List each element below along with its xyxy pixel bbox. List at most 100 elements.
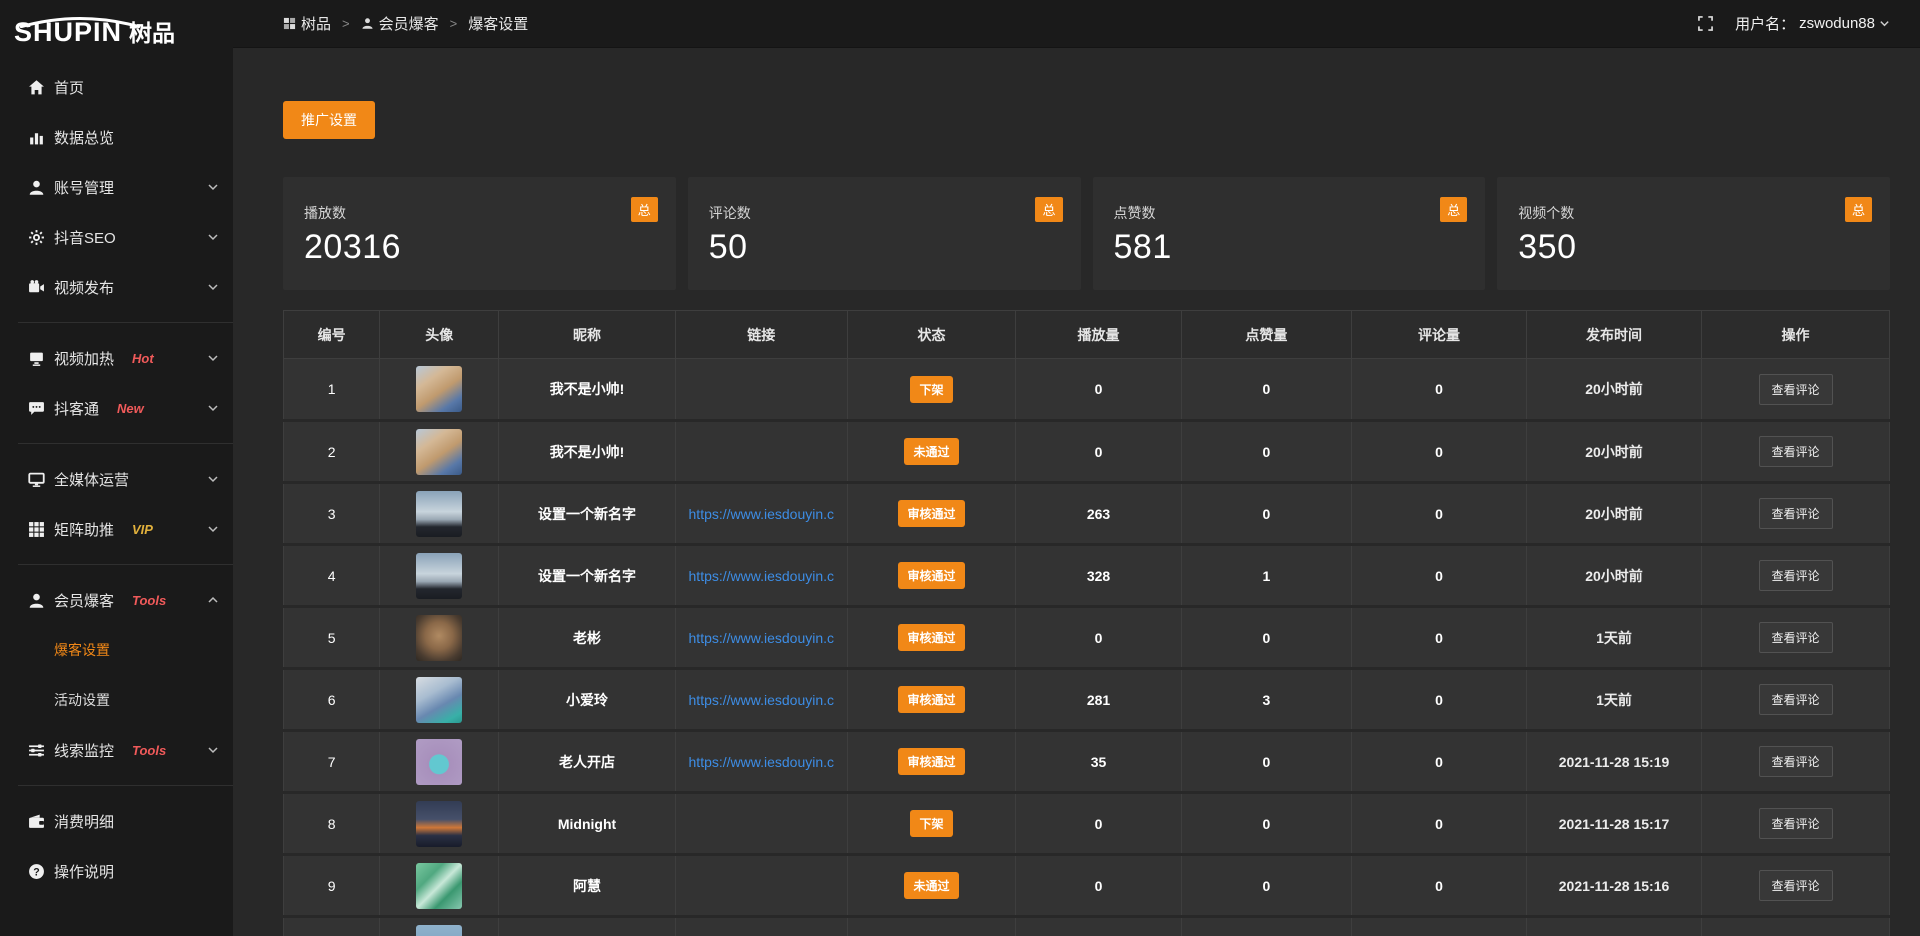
status-badge: 未通过 [904,872,958,899]
sidebar-item-抖音SEO[interactable]: 抖音SEO [0,212,233,262]
topbar: 树品 > 会员爆客 > 爆客设置 用户名：zswodun88 [233,0,1920,48]
help-icon: ? [27,862,45,880]
sidebar: SHUPIN 树品 首页数据总览账号管理抖音SEO 视频发布视频加热Hot抖客通N… [0,0,233,936]
stat-value: 20316 [304,228,656,267]
monitor-icon [27,470,45,488]
promo-settings-button[interactable]: 推广设置 [283,101,375,139]
view-comments-button[interactable]: 查看评论 [1759,870,1833,901]
chevron-down-icon [207,402,219,414]
cell-nickname: 老人开店 [499,731,676,793]
view-comments-button[interactable]: 查看评论 [1759,374,1833,405]
breadcrumb-label: 树品 [301,13,331,34]
table-row: 8Midnight下架0002021-11-28 15:17查看评论 [284,793,1890,855]
video-link[interactable]: https://www.iesdouyin.c [676,506,847,522]
status-badge: 下架 [910,376,952,403]
cell-id: 4 [284,545,380,607]
cell-plays [1016,917,1181,936]
topbar-right: 用户名：zswodun88 [1698,13,1890,34]
breadcrumb: 树品 > 会员爆客 > 爆客设置 [283,13,528,34]
sidebar-item-消费明细[interactable]: 消费明细 [0,796,233,846]
cell-comments: 0 [1351,607,1526,669]
sidebar-divider [18,564,233,565]
home-icon [27,78,45,96]
users-icon [27,591,45,609]
cell-link: https://www.iesdouyin.c [675,669,847,731]
cell-likes: 0 [1181,607,1351,669]
cell-id [284,917,380,936]
avatar [416,429,462,475]
cell-time: 2021-11-28 15:19 [1527,731,1702,793]
view-comments-button[interactable]: 查看评论 [1759,808,1833,839]
view-comments-button[interactable]: 查看评论 [1759,684,1833,715]
cell-likes: 0 [1181,359,1351,421]
sidebar-item-矩阵助推[interactable]: 矩阵助推VIP [0,504,233,554]
breadcrumb-item-shupin[interactable]: 树品 [283,13,331,34]
video-link[interactable]: https://www.iesdouyin.c [676,754,847,770]
wallet-icon [27,812,45,830]
grid-icon [27,520,45,538]
cell-actions: 查看评论 [1702,483,1890,545]
user-menu[interactable]: 用户名：zswodun88 [1735,13,1890,34]
cell-likes: 0 [1181,421,1351,483]
submenu-item-爆客设置[interactable]: 爆客设置 [0,625,233,675]
view-comments-button[interactable]: 查看评论 [1759,622,1833,653]
cell-avatar [380,917,499,936]
total-badge: 总 [631,197,658,222]
cell-link: https://www.iesdouyin.c [675,545,847,607]
sidebar-item-数据总览[interactable]: 数据总览 [0,112,233,162]
sidebar-item-操作说明[interactable]: ?操作说明 [0,846,233,896]
sidebar-item-label: 账号管理 [54,177,114,198]
sidebar-item-账号管理[interactable]: 账号管理 [0,162,233,212]
cell-link [675,793,847,855]
username-value: zswodun88 [1799,15,1875,32]
col-header-link: 链接 [675,311,847,359]
view-comments-button[interactable]: 查看评论 [1759,560,1833,591]
sidebar-item-label: 抖音SEO [54,227,116,248]
cell-id: 5 [284,607,380,669]
cell-time [1527,917,1702,936]
total-badge: 总 [1440,197,1467,222]
cell-likes [1181,917,1351,936]
video-link[interactable]: https://www.iesdouyin.c [676,630,847,646]
cell-id: 7 [284,731,380,793]
stat-label: 播放数 [304,203,656,223]
status-badge: 审核通过 [898,748,964,775]
username-label: 用户名： [1735,13,1795,34]
chat-icon [27,399,45,417]
breadcrumb-separator: > [342,16,350,31]
video-link[interactable]: https://www.iesdouyin.c [676,568,847,584]
cell-nickname: 设置一个新名字 [499,483,676,545]
sidebar-item-label: 全媒体运营 [54,469,129,490]
sidebar-item-视频加热[interactable]: 视频加热Hot [0,333,233,383]
fullscreen-icon[interactable] [1698,16,1713,31]
table-header-row: 编号 头像 昵称 链接 状态 播放量 点赞量 评论量 发布时间 操作 [284,311,1890,359]
logo[interactable]: SHUPIN 树品 [0,0,233,48]
view-comments-button[interactable]: 查看评论 [1759,436,1833,467]
sidebar-item-label: 矩阵助推 [54,519,114,540]
sidebar-item-全媒体运营[interactable]: 全媒体运营 [0,454,233,504]
status-badge: 未通过 [904,438,958,465]
cell-likes: 1 [1181,545,1351,607]
sidebar-item-tag: New [117,401,144,416]
chevron-down-icon [207,281,219,293]
cell-nickname: 我不是小帅! [499,359,676,421]
avatar [416,801,462,847]
view-comments-button[interactable]: 查看评论 [1759,746,1833,777]
avatar [416,553,462,599]
submenu-item-活动设置[interactable]: 活动设置 [0,675,233,725]
sidebar-item-会员爆客[interactable]: 会员爆客Tools [0,575,233,625]
sidebar-item-视频发布[interactable]: 视频发布 [0,262,233,312]
sidebar-item-线索监控[interactable]: 线索监控Tools [0,725,233,775]
sidebar-divider [18,785,233,786]
cell-status: 下架 [847,359,1016,421]
sidebar-item-label: 消费明细 [54,811,114,832]
sidebar-item-首页[interactable]: 首页 [0,62,233,112]
table-row: 3设置一个新名字https://www.iesdouyin.c审核通过26300… [284,483,1890,545]
view-comments-button[interactable]: 查看评论 [1759,498,1833,529]
video-link[interactable]: https://www.iesdouyin.c [676,692,847,708]
stat-label: 点赞数 [1114,203,1466,223]
sidebar-item-label: 数据总览 [54,127,114,148]
breadcrumb-item-member[interactable]: 会员爆客 [361,13,439,34]
sidebar-item-抖客通[interactable]: 抖客通New [0,383,233,433]
cell-time: 20小时前 [1527,359,1702,421]
